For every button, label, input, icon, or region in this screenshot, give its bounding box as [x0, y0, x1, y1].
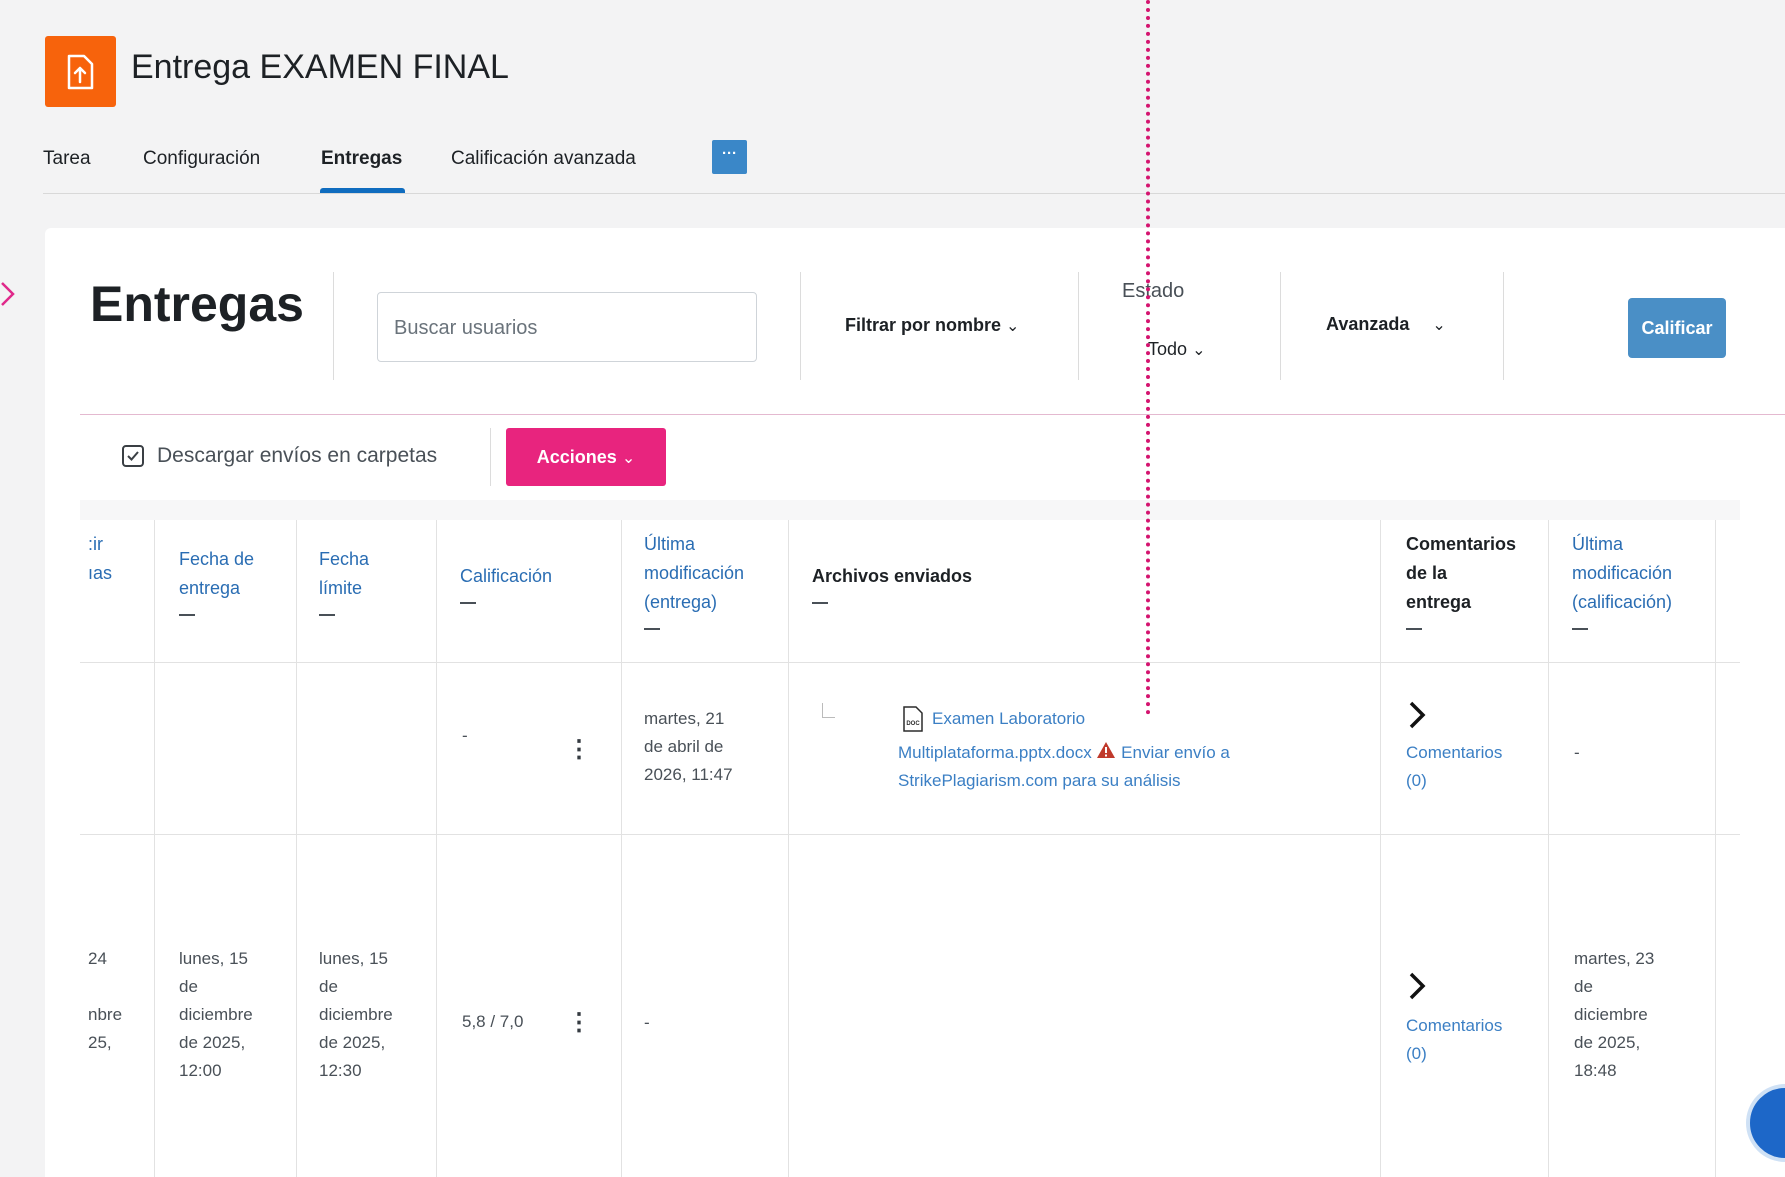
search-users-field[interactable]: [377, 292, 757, 363]
advanced-filter-dropdown[interactable]: Avanzada ⌄: [1326, 314, 1446, 335]
grade-value: -: [462, 726, 468, 745]
submitted-file-link[interactable]: Examen Laboratorio: [932, 705, 1085, 733]
column-divider: [1548, 520, 1549, 1177]
drawer-chevron-icon[interactable]: [0, 279, 16, 309]
send-plagiarism-link-cont[interactable]: StrikePlagiarism.com para su análisis: [898, 767, 1181, 795]
column-divider: [436, 520, 437, 1177]
toolbar-divider: [1078, 272, 1079, 380]
last-modified-grade: martes, 23 de diciembre de 2025, 18:48: [1574, 949, 1655, 1080]
chevron-down-icon: ⌄: [1432, 317, 1446, 334]
submitted-file-line: Multiplataforma.pptx.docx Enviar envío a: [898, 739, 1230, 768]
sort-dash: [460, 602, 476, 604]
filter-by-name-dropdown[interactable]: Filtrar por nombre ⌄: [845, 315, 1019, 336]
actions-label: Acciones: [536, 447, 617, 467]
column-header-ultima-modificacion-calificacion[interactable]: Última modificación (calificación): [1572, 530, 1672, 630]
grade-menu-icon[interactable]: ⋮: [567, 1008, 591, 1037]
sort-dash: [1572, 628, 1588, 630]
column-header-ultima-modificacion-entrega[interactable]: Última modificación (entrega): [644, 530, 744, 630]
last-modified-submission: martes, 21 de abril de 2026, 11:47: [644, 709, 733, 784]
tab-configuracion[interactable]: Configuración: [143, 148, 260, 170]
toolbar-divider: [1280, 272, 1281, 380]
column-header-fecha-entrega[interactable]: Fecha de entrega: [179, 545, 254, 616]
column-divider: [788, 520, 789, 1177]
tree-branch-icon: [822, 703, 835, 718]
row-divider: [80, 834, 1740, 835]
column-header-partial[interactable]: :ir ıas: [88, 530, 112, 588]
row-divider: [80, 662, 1740, 663]
grade-button[interactable]: Calificar: [1628, 298, 1726, 358]
actions-menu-button[interactable]: Acciones ⌄: [506, 428, 666, 486]
chevron-right-icon[interactable]: [1408, 700, 1426, 735]
status-filter-dropdown[interactable]: Todo ⌄: [1148, 339, 1205, 360]
section-heading: Entregas: [90, 276, 304, 332]
last-modified-grade: -: [1574, 743, 1580, 762]
page-title: Entrega EXAMEN FINAL: [131, 48, 509, 86]
toolbar-divider: [333, 272, 334, 380]
column-divider: [1715, 520, 1716, 1177]
send-plagiarism-link[interactable]: Enviar envío a: [1121, 743, 1230, 762]
column-header-calificacion[interactable]: Calificación: [460, 562, 552, 604]
comments-link[interactable]: Comentarios (0): [1406, 739, 1502, 795]
filter-by-name-label: Filtrar por nombre: [845, 315, 1002, 335]
sort-dash: [812, 602, 828, 604]
column-divider: [296, 520, 297, 1177]
advanced-filter-label: Avanzada: [1326, 314, 1410, 334]
tab-tarea[interactable]: Tarea: [43, 148, 91, 170]
column-divider: [621, 520, 622, 1177]
column-header-archivos-enviados: Archivos enviados: [812, 562, 972, 604]
status-filter-value: Todo: [1148, 339, 1188, 359]
last-modified-submission: -: [644, 1013, 650, 1032]
assignment-icon: [45, 36, 116, 107]
sort-dash: [179, 614, 195, 616]
column-divider: [154, 520, 155, 1177]
submitted-file-link-cont[interactable]: Multiplataforma.pptx.docx: [898, 743, 1092, 762]
due-date-cell: lunes, 15 de diciembre de 2025, 12:00: [179, 949, 253, 1080]
more-tabs-button[interactable]: ···: [712, 140, 747, 174]
chevron-down-icon: ⌄: [1006, 318, 1020, 335]
chevron-right-icon[interactable]: [1408, 971, 1426, 1006]
tab-entregas[interactable]: Entregas: [321, 148, 402, 170]
download-folders-label: Descargar envíos en carpetas: [157, 444, 438, 467]
sort-dash: [644, 628, 660, 630]
actions-divider: [490, 428, 491, 486]
search-input[interactable]: [392, 293, 746, 363]
tabs-divider: [43, 193, 1785, 194]
chevron-down-icon: ⌄: [1192, 342, 1206, 359]
grade-value: 5,8 / 7,0: [462, 1012, 524, 1031]
toolbar-divider: [1503, 272, 1504, 380]
column-divider: [1380, 520, 1381, 1177]
warning-icon: [1096, 740, 1116, 768]
sort-dash: [319, 614, 335, 616]
submissions-panel: [45, 228, 1785, 1177]
chevron-down-icon: ⌄: [621, 450, 636, 467]
tab-calificacion-avanzada[interactable]: Calificación avanzada: [451, 148, 636, 170]
grade-menu-icon[interactable]: ⋮: [567, 735, 591, 764]
comments-link[interactable]: Comentarios (0): [1406, 1012, 1502, 1068]
column-header-fecha-limite[interactable]: Fecha límite: [319, 545, 369, 616]
toolbar-divider: [800, 272, 801, 380]
docx-file-icon: DOC: [902, 706, 924, 737]
cutoff-date-cell: lunes, 15 de diciembre de 2025, 12:30: [319, 949, 393, 1080]
svg-text:DOC: DOC: [906, 721, 920, 727]
table-header-strip: [80, 500, 1740, 520]
toolbar-bottom-rule: [80, 414, 1785, 415]
sort-dash: [1406, 628, 1422, 630]
download-folders-checkbox[interactable]: [122, 445, 144, 467]
column-header-comentarios: Comentarios de la entrega: [1406, 530, 1516, 630]
status-filter-label: Estado: [1122, 280, 1185, 302]
annotation-dotted-line: [1146, 0, 1150, 715]
partial-column-cell: 24 nbre 25,: [88, 949, 123, 1052]
